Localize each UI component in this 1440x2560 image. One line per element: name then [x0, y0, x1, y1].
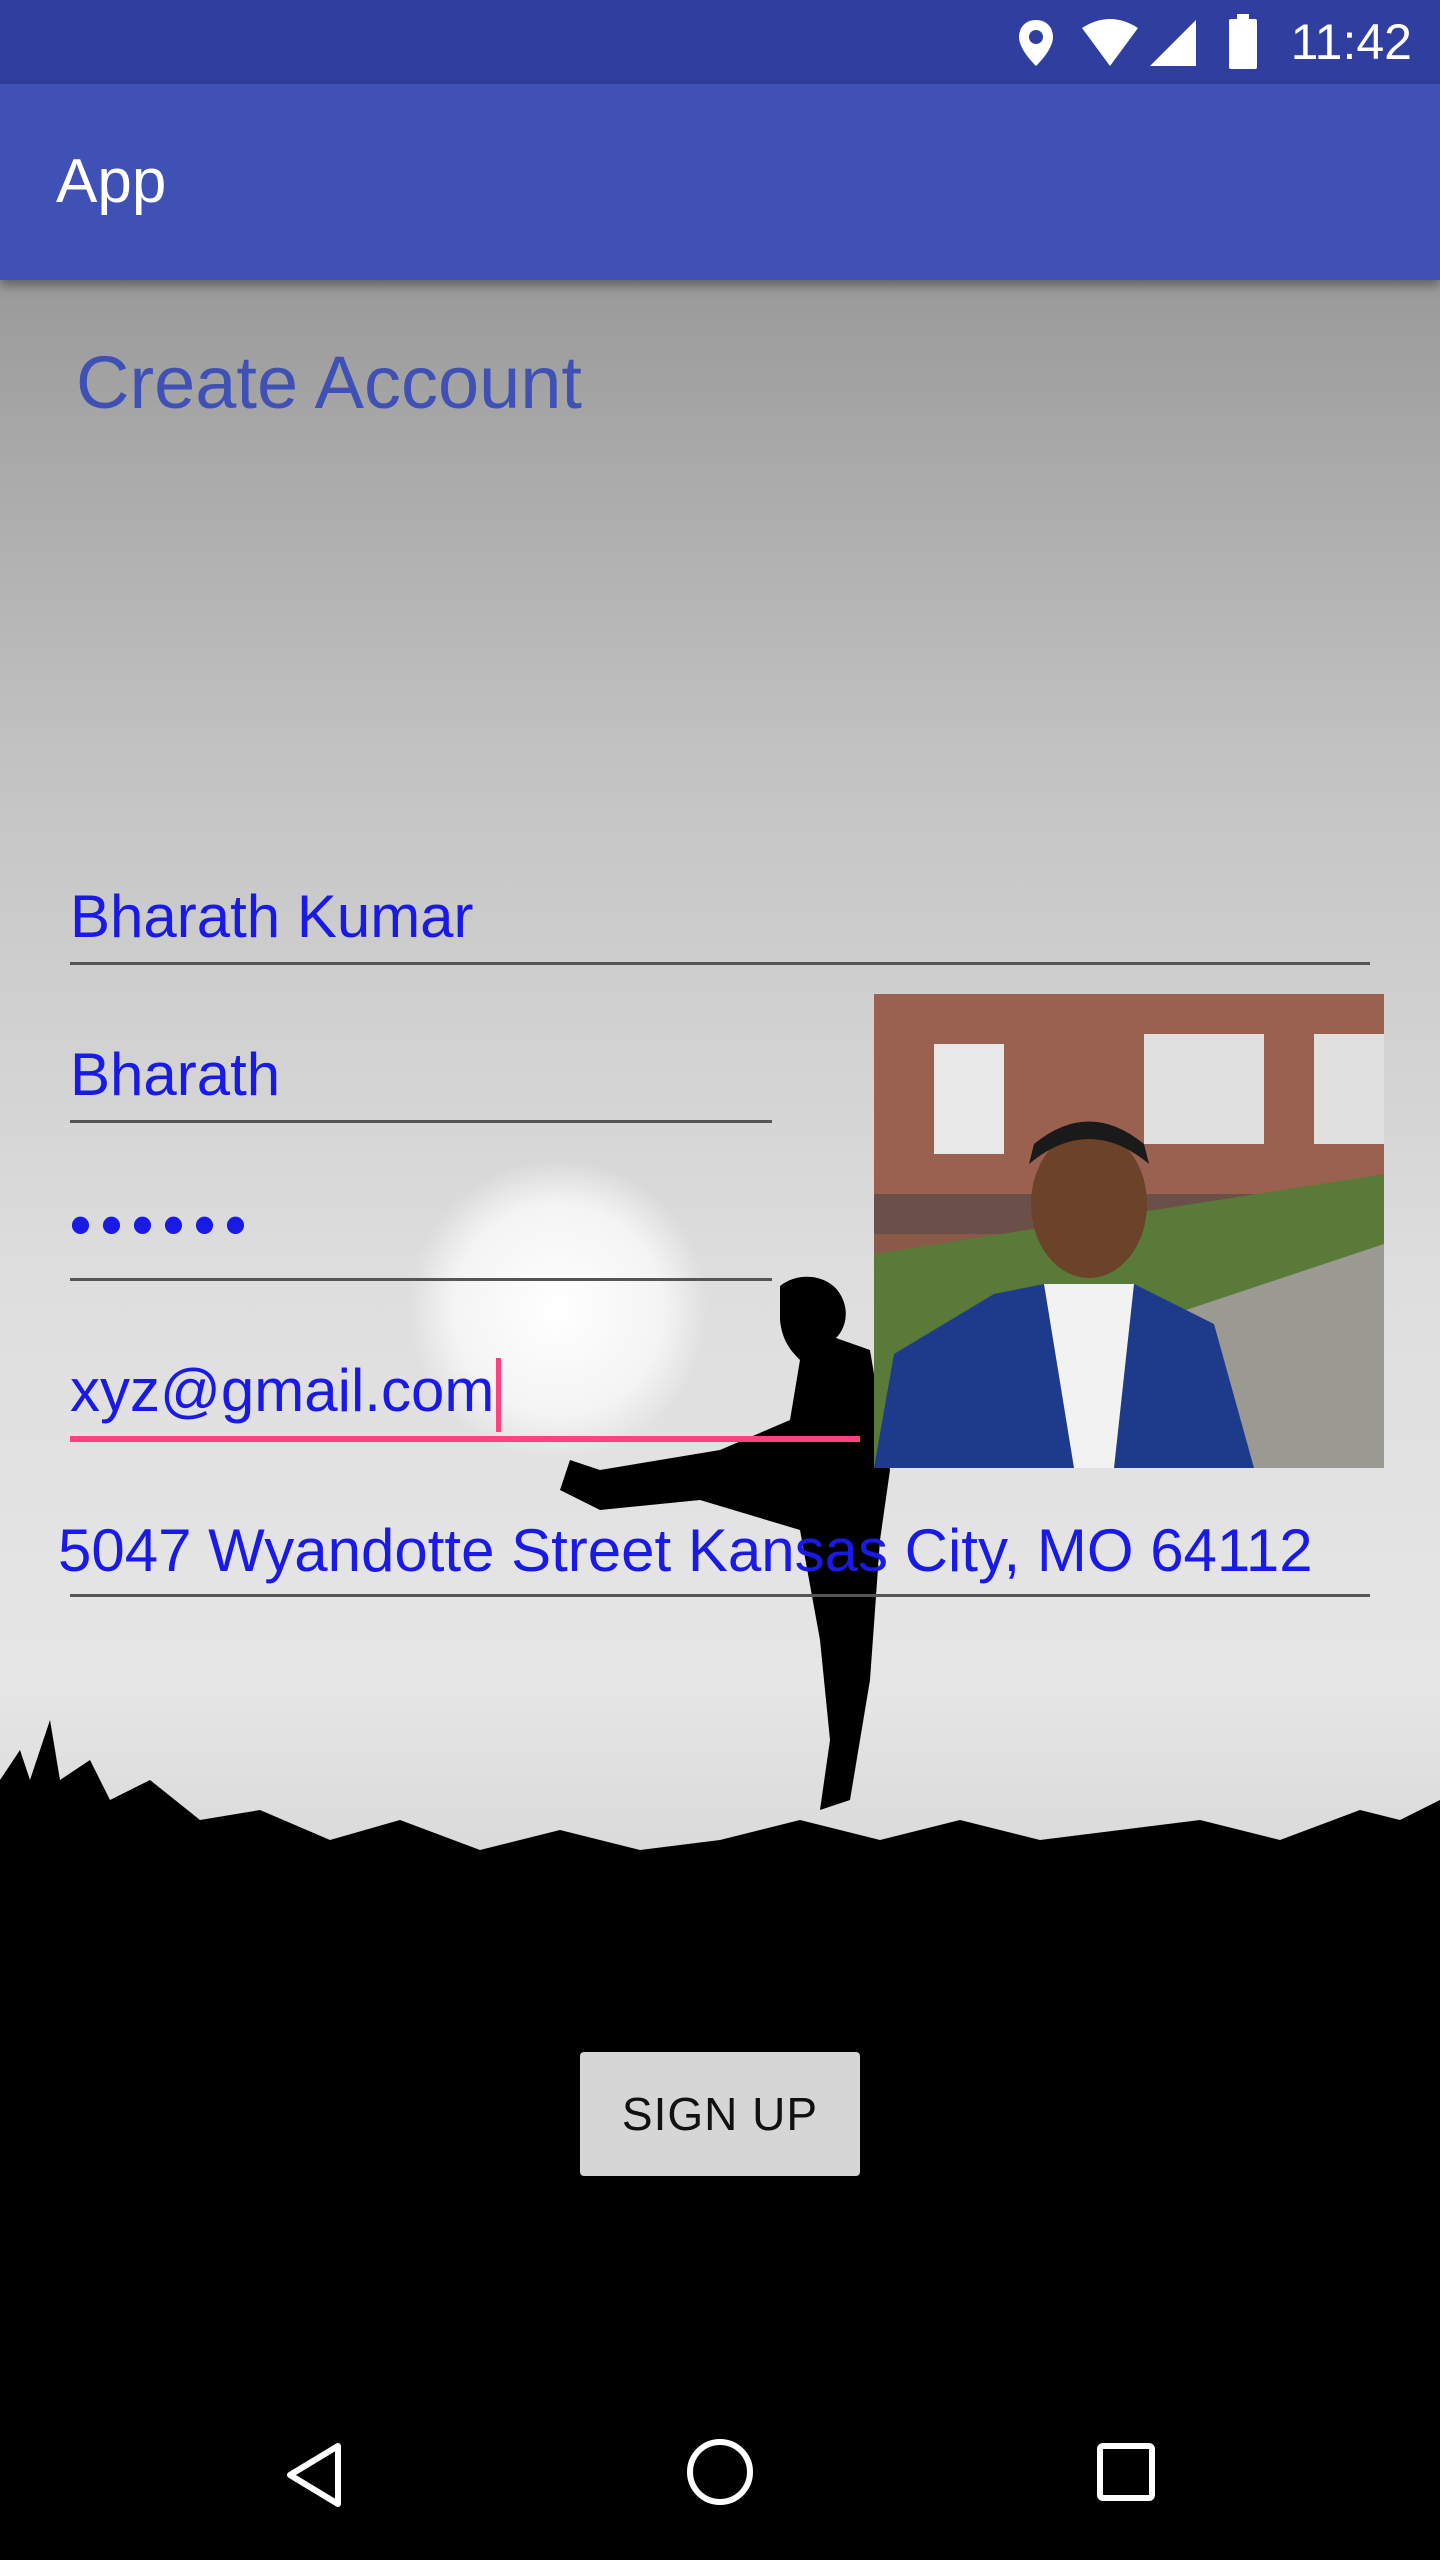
address-field[interactable]: 5047 Wyandotte Street Kansas City, MO 64…: [58, 1516, 1313, 1585]
status-bar: 11:42: [0, 0, 1440, 84]
address-underline: [70, 1594, 1370, 1597]
password-field[interactable]: ••••••: [70, 1190, 256, 1259]
home-icon[interactable]: [686, 2438, 754, 2506]
username-underline: [70, 1120, 772, 1123]
navigation-bar: [0, 2380, 1440, 2560]
email-value: xyz@gmail.com: [70, 1357, 495, 1424]
password-underline: [70, 1278, 772, 1281]
sign-up-button[interactable]: SIGN UP: [580, 2052, 860, 2176]
battery-icon: [1229, 14, 1257, 69]
profile-photo-image: [874, 994, 1384, 1468]
full-name-underline: [70, 962, 1370, 965]
text-cursor: [496, 1358, 502, 1433]
app-bar: App: [0, 84, 1440, 280]
profile-photo[interactable]: [874, 994, 1384, 1468]
app-title: App: [56, 147, 167, 216]
back-icon[interactable]: [284, 2442, 344, 2508]
recents-icon[interactable]: [1096, 2442, 1156, 2502]
signal-icon: [1150, 20, 1196, 66]
email-field[interactable]: xyz@gmail.com: [70, 1356, 502, 1433]
full-name-field[interactable]: Bharath Kumar: [70, 882, 474, 951]
email-underline-focused: [70, 1436, 860, 1442]
page-title: Create Account: [76, 341, 582, 424]
username-field[interactable]: Bharath: [70, 1040, 280, 1109]
location-icon: [1019, 20, 1053, 66]
wifi-icon: [1082, 19, 1138, 66]
status-time: 11:42: [1290, 14, 1412, 70]
